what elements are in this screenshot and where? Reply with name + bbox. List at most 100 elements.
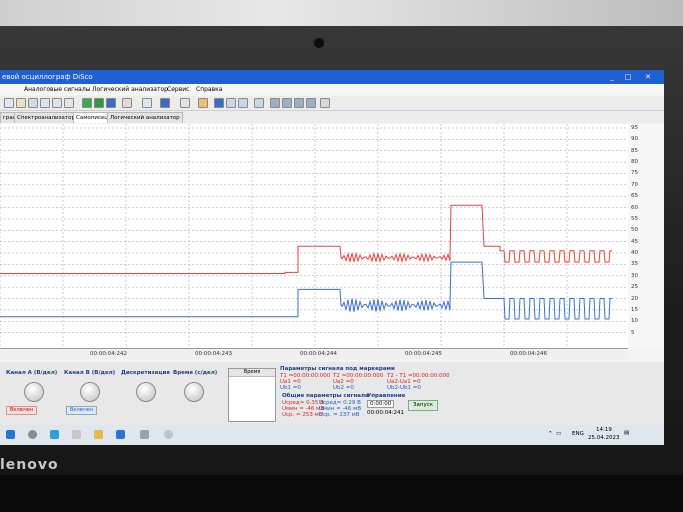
windows-start-icon[interactable]	[6, 430, 15, 439]
y-tick-label: 30	[631, 272, 638, 279]
x-tick-label: 00:00:04:243	[195, 351, 233, 357]
y-tick-label: 70	[631, 181, 638, 188]
print-icon[interactable]	[28, 98, 38, 108]
channel-b-toggle[interactable]: Включен	[66, 406, 98, 415]
lenovo-logo: lenovo	[0, 457, 59, 473]
menu-logic[interactable]: Логический анализатор	[92, 84, 168, 95]
stop-icon[interactable]	[106, 98, 116, 108]
tab-logic-analyzer[interactable]: Логический анализатор	[107, 112, 183, 123]
menu-bar: Аналоговые сигналы Логический анализатор…	[0, 84, 664, 95]
tab-recorder[interactable]: Самописец	[73, 112, 112, 123]
y-tick-label: 25	[631, 284, 638, 291]
maximize-button[interactable]: □	[620, 70, 636, 84]
close-button[interactable]: ✕	[640, 70, 656, 84]
y-tick-label: 35	[631, 261, 638, 268]
x-tick-label: 00:00:04:245	[405, 351, 443, 357]
x-tick-label: 00:00:04:242	[90, 351, 128, 357]
menu-service[interactable]: Сервис	[167, 84, 189, 95]
tab-strip: граф Спектроанализатор Самописец Логичес…	[0, 111, 664, 123]
y-tick-label: 55	[631, 215, 638, 222]
control-time-input[interactable]: 0:00:00	[367, 400, 395, 408]
title-bar: евой осциллограф DiSco _ □ ✕	[0, 70, 664, 84]
grid-view-icon[interactable]	[270, 98, 280, 108]
clock-time[interactable]: 14:19	[596, 427, 612, 433]
menu-analog[interactable]: Аналоговые сигналы	[24, 84, 90, 95]
common-b-rms: Uср. = 237 мВ	[319, 412, 360, 418]
network-icon[interactable]: ▭	[556, 431, 561, 437]
edge-icon[interactable]	[50, 430, 59, 439]
y-tick-label: 45	[631, 238, 638, 245]
window-title: евой осциллограф DiSco	[2, 73, 93, 81]
channel-b-title: Канал В (В/дел)	[64, 370, 116, 376]
channel-b-knob[interactable]	[80, 382, 100, 402]
x-axis[interactable]: 00:00:04:242 00:00:04:243 00:00:04:244 00:0…	[0, 349, 628, 359]
marker-ub2: Ub2 =0	[333, 385, 354, 391]
background-wall	[0, 0, 683, 26]
channel-a-toggle[interactable]: Включен	[6, 406, 38, 415]
zoom-out-icon[interactable]	[52, 98, 62, 108]
screen: евой осциллограф DiSco _ □ ✕ Аналоговые …	[0, 70, 664, 445]
taskbar: ^ ▭ ENG 14:19 25.04.2023 ▤	[0, 425, 664, 445]
store-icon[interactable]	[116, 430, 125, 439]
sound-icon[interactable]	[198, 98, 208, 108]
y-tick-label: 75	[631, 170, 638, 177]
play-loop-icon[interactable]	[94, 98, 104, 108]
y-tick-label: 5	[631, 329, 635, 336]
y-tick-label: 50	[631, 227, 638, 234]
play-icon[interactable]	[82, 98, 92, 108]
y-tick-label: 90	[631, 136, 638, 143]
refresh-icon[interactable]	[214, 98, 224, 108]
camera-icon[interactable]	[140, 430, 149, 439]
search-icon[interactable]	[28, 430, 37, 439]
table-view-icon[interactable]	[282, 98, 292, 108]
language-indicator[interactable]: ENG	[572, 431, 584, 437]
tab-spectrum[interactable]: Спектроанализатор	[14, 112, 78, 123]
math-icon[interactable]	[180, 98, 190, 108]
time-list[interactable]: Время	[228, 368, 276, 422]
y-tick-label: 85	[631, 147, 638, 154]
common-title: Общие параметры сигнала	[282, 393, 369, 399]
sampling-title: Дискретизация	[121, 370, 170, 376]
menu-help[interactable]: Справка	[196, 84, 222, 95]
time-list-header: Время	[229, 369, 275, 377]
disco-app-icon[interactable]	[164, 430, 173, 439]
open-icon[interactable]	[16, 98, 26, 108]
settings-icon[interactable]	[254, 98, 264, 108]
y-tick-label: 20	[631, 295, 638, 302]
tray-chevron-icon[interactable]: ^	[548, 431, 553, 437]
x-tick-label: 00:00:04:246	[510, 351, 548, 357]
clock-date[interactable]: 25.04.2023	[588, 435, 620, 441]
trigger-icon[interactable]	[122, 98, 132, 108]
y-tick-label: 95	[631, 125, 638, 131]
start-button[interactable]: Запуск	[408, 400, 439, 411]
new-icon[interactable]	[4, 98, 14, 108]
minimize-button[interactable]: _	[604, 70, 620, 84]
task-view-icon[interactable]	[72, 430, 81, 439]
sampling-knob[interactable]	[136, 382, 156, 402]
channel-a-knob[interactable]	[24, 382, 44, 402]
time-title: Время (с/дел)	[173, 370, 218, 376]
list-view-icon[interactable]	[294, 98, 304, 108]
y-tick-label: 60	[631, 204, 638, 211]
x-tick-label: 00:00:04:244	[300, 351, 338, 357]
plot-area[interactable]	[0, 124, 628, 349]
control-time-readout: 00:00:04:241	[367, 410, 405, 416]
export-icon[interactable]	[226, 98, 236, 108]
link-icon[interactable]	[320, 98, 330, 108]
channels-icon[interactable]	[142, 98, 152, 108]
channel-a-trace	[0, 204, 612, 274]
notification-icon[interactable]: ▤	[624, 430, 629, 436]
control-title: Управление	[367, 393, 406, 399]
channel-a-title: Канал А (В/дел)	[6, 370, 58, 376]
layout-icon[interactable]	[306, 98, 316, 108]
file-explorer-icon[interactable]	[94, 430, 103, 439]
y-tick-label: 10	[631, 318, 638, 325]
save-icon[interactable]	[238, 98, 248, 108]
time-knob[interactable]	[184, 382, 204, 402]
zoom-fit-icon[interactable]	[64, 98, 74, 108]
record-icon[interactable]	[160, 98, 170, 108]
y-tick-label: 65	[631, 193, 638, 200]
chart-svg	[0, 124, 628, 348]
zoom-in-icon[interactable]	[40, 98, 50, 108]
control-panel: Канал А (В/дел) Включен Канал В (В/дел) …	[0, 362, 664, 425]
